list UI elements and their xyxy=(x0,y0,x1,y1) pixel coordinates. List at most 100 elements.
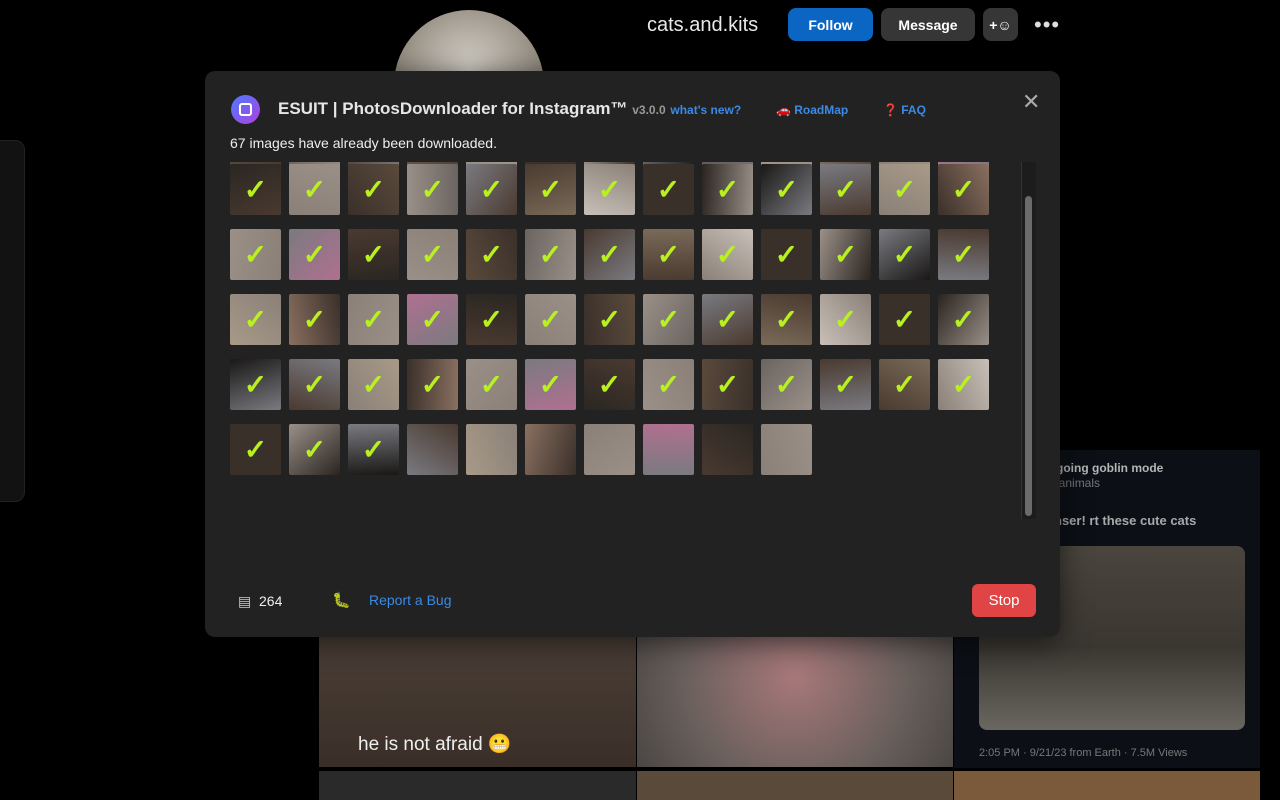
image-thumbnail[interactable]: ✓ xyxy=(643,294,694,345)
stop-button[interactable]: Stop xyxy=(972,584,1036,617)
check-icon: ✓ xyxy=(715,174,740,205)
image-thumbnail[interactable]: ✓ xyxy=(761,229,812,280)
image-thumbnail[interactable]: ✓ xyxy=(407,229,458,280)
image-grid: ✓ ✓ ✓ ✓ ✓ ✓ ✓ ✓ ✓ ✓ ✓ ✓ ✓ ✓ ✓ ✓ ✓ ✓ ✓ ✓ ✓ ✓ ✓ ✓ ✓ ✓ ✓ ✓ ✓ ✓ ✓ ✓ ✓ ✓ ✓ ✓ ✓ ✓ ✓ ✓… xyxy=(205,162,1020,522)
image-thumbnail[interactable] xyxy=(466,424,517,475)
image-thumbnail[interactable]: ✓ xyxy=(879,294,930,345)
downloader-modal: ESUIT | PhotosDownloader for Instagram™ … xyxy=(205,71,1060,637)
image-thumbnail[interactable] xyxy=(761,424,812,475)
image-thumbnail[interactable]: ✓ xyxy=(761,359,812,410)
image-thumbnail[interactable]: ✓ xyxy=(230,424,281,475)
image-thumbnail[interactable]: ✓ xyxy=(230,294,281,345)
image-thumbnail[interactable]: ✓ xyxy=(289,424,340,475)
image-thumbnail[interactable]: ✓ xyxy=(584,229,635,280)
tweet-meta: 2:05 PM · 9/21/23 from Earth · 7.5M View… xyxy=(979,747,1188,759)
image-thumbnail[interactable]: ✓ xyxy=(584,164,635,215)
check-icon: ✓ xyxy=(833,239,858,270)
check-icon: ✓ xyxy=(361,369,386,400)
image-thumbnail[interactable]: ✓ xyxy=(289,359,340,410)
image-thumbnail[interactable]: ✓ xyxy=(525,229,576,280)
image-thumbnail[interactable]: ✓ xyxy=(938,294,989,345)
check-icon: ✓ xyxy=(833,174,858,205)
image-thumbnail[interactable]: ✓ xyxy=(879,359,930,410)
image-thumbnail[interactable]: ✓ xyxy=(525,164,576,215)
image-thumbnail[interactable]: ✓ xyxy=(761,294,812,345)
image-thumbnail[interactable]: ✓ xyxy=(289,229,340,280)
post-thumbnail[interactable] xyxy=(637,771,953,800)
image-thumbnail[interactable]: ✓ xyxy=(702,229,753,280)
check-icon: ✓ xyxy=(715,239,740,270)
whats-new-link[interactable]: what's new? xyxy=(670,103,741,117)
person-add-icon[interactable]: +☺ xyxy=(983,8,1018,41)
image-thumbnail[interactable]: ✓ xyxy=(466,229,517,280)
image-thumbnail[interactable]: ✓ xyxy=(407,359,458,410)
image-thumbnail[interactable]: ✓ xyxy=(938,164,989,215)
image-thumbnail[interactable]: ✓ xyxy=(466,164,517,215)
check-icon: ✓ xyxy=(361,239,386,270)
image-thumbnail[interactable]: ✓ xyxy=(879,229,930,280)
image-thumbnail[interactable]: ✓ xyxy=(584,359,635,410)
image-thumbnail[interactable]: ✓ xyxy=(938,229,989,280)
faq-link[interactable]: ❓ FAQ xyxy=(883,103,926,117)
image-thumbnail[interactable]: ✓ xyxy=(466,294,517,345)
check-icon: ✓ xyxy=(538,304,563,335)
image-thumbnail[interactable]: ✓ xyxy=(820,164,871,215)
image-thumbnail[interactable] xyxy=(643,424,694,475)
image-thumbnail[interactable]: ✓ xyxy=(525,294,576,345)
check-icon: ✓ xyxy=(656,304,681,335)
image-thumbnail[interactable]: ✓ xyxy=(584,294,635,345)
download-status: 67 images have already been downloaded. xyxy=(230,135,497,151)
image-thumbnail[interactable]: ✓ xyxy=(820,294,871,345)
scrollbar-thumb[interactable] xyxy=(1025,196,1032,516)
image-thumbnail[interactable]: ✓ xyxy=(643,229,694,280)
check-icon: ✓ xyxy=(774,369,799,400)
report-bug-link[interactable]: Report a Bug xyxy=(369,592,452,608)
bug-icon: 🐛 xyxy=(332,592,351,609)
version: v3.0.0 xyxy=(632,103,666,117)
image-thumbnail[interactable]: ✓ xyxy=(348,359,399,410)
image-thumbnail[interactable]: ✓ xyxy=(702,359,753,410)
image-thumbnail[interactable]: ✓ xyxy=(820,229,871,280)
image-thumbnail[interactable]: ✓ xyxy=(348,229,399,280)
image-thumbnail[interactable] xyxy=(525,424,576,475)
roadmap-link[interactable]: 🚗 RoadMap xyxy=(776,103,848,117)
image-thumbnail[interactable]: ✓ xyxy=(230,229,281,280)
image-thumbnail[interactable]: ✓ xyxy=(702,164,753,215)
image-thumbnail[interactable]: ✓ xyxy=(938,359,989,410)
follow-button[interactable]: Follow xyxy=(788,8,873,41)
message-button[interactable]: Message xyxy=(881,8,975,41)
check-icon: ✓ xyxy=(597,174,622,205)
image-thumbnail[interactable]: ✓ xyxy=(230,359,281,410)
image-thumbnail[interactable]: ✓ xyxy=(289,164,340,215)
image-thumbnail[interactable]: ✓ xyxy=(348,164,399,215)
check-icon: ✓ xyxy=(538,239,563,270)
image-thumbnail[interactable] xyxy=(584,424,635,475)
image-thumbnail[interactable]: ✓ xyxy=(879,164,930,215)
image-thumbnail[interactable]: ✓ xyxy=(407,164,458,215)
image-thumbnail[interactable]: ✓ xyxy=(525,359,576,410)
post-thumbnail[interactable] xyxy=(954,771,1260,800)
image-thumbnail[interactable]: ✓ xyxy=(643,164,694,215)
check-icon: ✓ xyxy=(951,304,976,335)
check-icon: ✓ xyxy=(302,174,327,205)
image-thumbnail[interactable]: ✓ xyxy=(407,294,458,345)
more-horizontal-icon[interactable]: ••• xyxy=(1034,12,1060,38)
image-thumbnail[interactable]: ✓ xyxy=(348,424,399,475)
image-thumbnail[interactable]: ✓ xyxy=(230,164,281,215)
image-thumbnail[interactable]: ✓ xyxy=(702,294,753,345)
image-thumbnail[interactable] xyxy=(702,424,753,475)
check-icon: ✓ xyxy=(243,369,268,400)
image-thumbnail[interactable]: ✓ xyxy=(820,359,871,410)
image-thumbnail[interactable] xyxy=(407,424,458,475)
check-icon: ✓ xyxy=(302,304,327,335)
image-thumbnail[interactable]: ✓ xyxy=(289,294,340,345)
image-thumbnail[interactable]: ✓ xyxy=(643,359,694,410)
post-thumbnail[interactable] xyxy=(637,637,953,767)
close-icon[interactable]: ✕ xyxy=(1022,89,1040,115)
image-thumbnail[interactable]: ✓ xyxy=(348,294,399,345)
check-icon: ✓ xyxy=(479,174,504,205)
app-title: ESUIT | PhotosDownloader for Instagram™ xyxy=(278,99,628,118)
post-thumbnail[interactable] xyxy=(319,771,636,800)
image-thumbnail[interactable]: ✓ xyxy=(761,164,812,215)
image-thumbnail[interactable]: ✓ xyxy=(466,359,517,410)
